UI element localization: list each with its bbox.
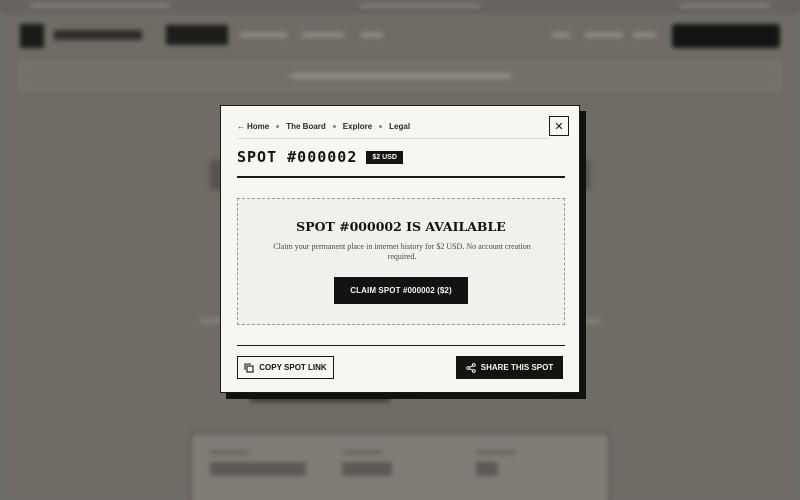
footer-divider <box>237 345 565 346</box>
background-announcement-bar <box>0 0 800 14</box>
availability-panel: SPOT #000002 IS AVAILABLE Claim your per… <box>237 198 565 325</box>
close-button[interactable]: ✕ <box>549 116 569 136</box>
header-divider <box>237 138 549 139</box>
breadcrumb: ← Home The Board Explore Legal <box>237 122 410 131</box>
copy-spot-link-label: COPY SPOT LINK <box>259 363 327 372</box>
availability-heading: SPOT #000002 IS AVAILABLE <box>296 219 506 234</box>
breadcrumb-separator <box>276 125 280 128</box>
background-cta-button <box>672 24 780 48</box>
breadcrumb-item-legal[interactable]: Legal <box>389 122 410 131</box>
title-divider <box>237 176 565 178</box>
breadcrumb-item-home[interactable]: ← Home <box>237 122 269 131</box>
availability-description: Claim your permanent place in internet h… <box>273 242 531 261</box>
breadcrumb-separator <box>379 125 383 128</box>
share-icon <box>466 362 476 373</box>
share-spot-button[interactable]: SHARE THIS SPOT <box>456 356 563 379</box>
breadcrumb-label: The Board <box>286 122 326 131</box>
background-navbar <box>0 18 800 56</box>
share-spot-label: SHARE THIS SPOT <box>480 363 554 372</box>
background-logo <box>20 24 44 48</box>
background-search-bar <box>20 62 780 90</box>
close-icon: ✕ <box>554 120 564 133</box>
arrow-left-icon: ← <box>237 122 245 131</box>
spot-modal: ← Home The Board Explore Legal ✕ SPOT #0… <box>220 105 580 393</box>
breadcrumb-item-explore[interactable]: Explore <box>343 122 372 131</box>
breadcrumb-label: Explore <box>342 122 373 131</box>
breadcrumb-label: Legal <box>389 122 411 131</box>
breadcrumb-separator <box>332 125 336 128</box>
copy-icon <box>244 362 254 373</box>
breadcrumb-label: Home <box>247 122 270 131</box>
modal-title-row: SPOT #000002 $2 USD <box>237 148 403 166</box>
copy-spot-link-button[interactable]: COPY SPOT LINK <box>237 356 334 379</box>
breadcrumb-item-the-board[interactable]: The Board <box>286 122 326 131</box>
claim-spot-label: CLAIM SPOT #000002 ($2) <box>350 286 452 295</box>
modal-title: SPOT #000002 <box>237 148 358 166</box>
claim-spot-button[interactable]: CLAIM SPOT #000002 ($2) <box>334 277 468 304</box>
background-stats-card <box>190 432 610 500</box>
price-badge: $2 USD <box>366 150 403 164</box>
